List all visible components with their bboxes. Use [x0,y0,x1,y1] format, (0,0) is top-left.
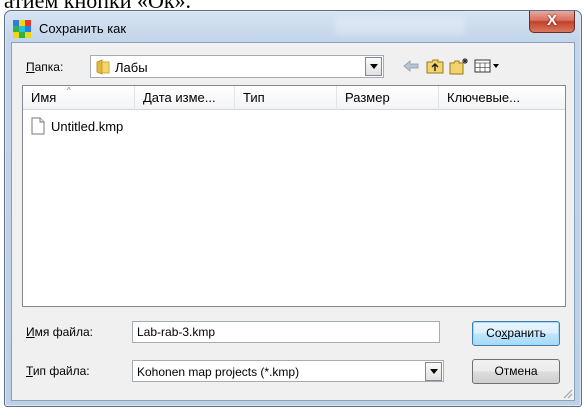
close-button[interactable]: X [529,11,575,33]
column-header-name[interactable]: Имя ^ [23,86,135,110]
column-header-type[interactable]: Тип [235,86,337,110]
column-header-keywords[interactable]: Ключевые... [439,86,565,110]
chevron-down-icon [429,369,438,374]
column-header-date[interactable]: Дата изме... [135,86,235,110]
view-menu-button[interactable] [472,56,502,76]
chevron-down-icon [369,64,378,69]
back-button[interactable] [400,56,422,76]
new-folder-icon [449,58,468,75]
sort-ascending-icon: ^ [67,86,71,95]
filename-input[interactable] [132,321,440,343]
save-as-dialog: Сохранить как X Папка: Лабы Имя ^ Дата и… [4,10,582,407]
folder-name: Лабы [115,60,148,75]
up-folder-icon [426,59,444,74]
document-icon [31,117,45,135]
dialog-client-area: Папка: Лабы Имя ^ Дата изме... Тип Разме… [11,42,575,401]
filetype-value: Kohonen map projects (*.kmp) [137,365,300,379]
filetype-dropdown-button[interactable] [425,362,442,381]
folder-dropdown-button[interactable] [365,57,382,76]
title-bar[interactable]: Сохранить как X [5,11,581,41]
folder-combobox[interactable]: Лабы [90,55,384,78]
resize-grip-icon[interactable] [561,387,573,399]
column-header-size[interactable]: Размер [337,86,439,110]
filetype-combobox[interactable]: Kohonen map projects (*.kmp) [132,360,444,382]
column-header-row: Имя ^ Дата изме... Тип Размер Ключевые..… [23,86,565,110]
cancel-button[interactable]: Отмена [472,359,560,384]
list-item[interactable]: Untitled.kmp [31,116,123,136]
file-name: Untitled.kmp [51,118,124,134]
file-list-view[interactable]: Имя ^ Дата изме... Тип Размер Ключевые..… [22,85,566,307]
view-menu-icon [474,59,499,73]
app-icon [13,20,31,38]
filename-label: Имя файла: [26,325,93,339]
title-bar-reflection [335,17,465,35]
close-icon: X [546,12,557,29]
filetype-label: Тип файла: [26,364,90,378]
back-arrow-icon [403,60,419,72]
up-one-level-button[interactable] [424,56,446,76]
save-button[interactable]: Сохранить [472,321,560,346]
new-folder-button[interactable] [448,56,470,76]
folder-icon [96,59,110,75]
folder-label: Папка: [26,60,64,74]
window-title: Сохранить как [39,21,127,36]
